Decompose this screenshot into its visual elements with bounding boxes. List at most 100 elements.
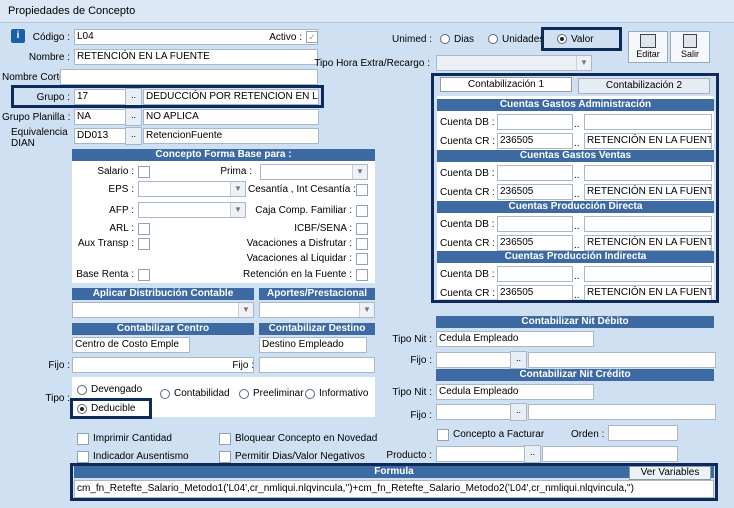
cuenta-cr-label: Cuenta CR : [440,187,496,198]
cuenta-db-lookup-button[interactable]: .. [574,271,580,282]
equivalencia-code-input[interactable]: DD013 [74,128,126,144]
equivalencia-lookup-button[interactable]: .. [125,127,142,145]
cuenta-cr-desc-input: RETENCIÓN EN LA FUENTE F [584,184,712,200]
tipo-devengado-label: Devengado [91,384,143,395]
section-header: Cuentas Gastos Administración [437,99,714,111]
unimed-label: Unimed : [391,34,432,45]
vac-liquidar-checkbox[interactable] [356,253,368,265]
equivalencia-label: Equivalencia [11,127,68,138]
cuenta-cr-code-input[interactable]: 236505 [497,235,573,251]
formula-input[interactable]: cm_fn_Retefte_Salario_Metodo1('L04',cr_n… [74,480,714,498]
vac-disfrutar-checkbox[interactable] [356,238,368,250]
cuenta-cr-code-input[interactable]: 236505 [497,184,573,200]
grupo-planilla-code-input[interactable]: NA [74,109,126,125]
grupo-code-input[interactable]: 17 [74,89,126,105]
afp-label: AFP : [109,205,134,216]
imprimir-cantidad-checkbox[interactable] [77,433,89,445]
unimed-dias-radio[interactable] [440,34,450,44]
nombre-input[interactable]: RETENCIÓN EN LA FUENTE [74,49,318,65]
ret-fuente-checkbox[interactable] [356,269,368,281]
indicador-ausentismo-checkbox[interactable] [77,451,89,463]
nit-credito-lookup-button[interactable]: .. [510,403,527,421]
contab-centro-select[interactable]: Centro de Costo Emple [72,337,190,353]
aplicar-dist-select[interactable]: ▼ [72,302,254,318]
cuenta-db-lookup-button[interactable]: .. [574,119,580,130]
producto-code-input[interactable] [436,446,526,462]
tipo-deducible-radio[interactable] [77,404,87,414]
salir-label: Salir [680,49,699,59]
unimed-valor-label: Valor [571,34,594,45]
nit-debito-lookup-button[interactable]: .. [510,351,527,369]
indicador-ausentismo-label: Indicador Ausentismo [93,451,189,462]
cesantia-checkbox[interactable] [356,184,368,196]
editar-button[interactable]: Editar [628,31,668,63]
aportes-select[interactable]: ▼ [259,302,375,318]
tab-contabilizacion-2[interactable]: Contabilización 2 [578,78,710,94]
cuenta-db-lookup-button[interactable]: .. [574,170,580,181]
icbf-label: ICBF/SENA : [294,223,352,234]
destino-fijo-input[interactable] [259,357,375,373]
vac-disfrutar-label: Vacaciones a Disfrutar : [246,238,352,249]
activo-checkbox[interactable]: ✓ [306,31,318,43]
nit-debito-tipo-select[interactable]: Cedula Empleado [436,331,594,347]
cuenta-cr-code-input[interactable]: 236505 [497,285,573,301]
cuenta-db-code-input[interactable] [497,114,573,130]
grupo-lookup-button[interactable]: .. [125,88,142,106]
nit-debito-tipo-label: Tipo Nit : [392,334,432,345]
aplicar-dist-header: Aplicar Distribución Contable [72,288,254,300]
aux-transp-checkbox[interactable] [138,238,150,250]
orden-input[interactable] [608,425,678,441]
permitir-negativos-checkbox[interactable] [219,451,231,463]
cuenta-cr-lookup-button[interactable]: .. [574,138,580,149]
producto-lookup-button[interactable]: .. [524,445,541,463]
unimed-unidades-radio[interactable] [488,34,498,44]
cuenta-db-lookup-button[interactable]: .. [574,221,580,232]
tipo-devengado-radio[interactable] [77,385,87,395]
salir-button[interactable]: Salir [670,31,710,63]
tipo-preeliminar-radio[interactable] [239,389,249,399]
salario-checkbox[interactable] [138,166,150,178]
tipo-informativo-radio[interactable] [305,389,315,399]
cuenta-cr-lookup-button[interactable]: .. [574,189,580,200]
tipo-contabilidad-radio[interactable] [160,389,170,399]
caja-checkbox[interactable] [356,205,368,217]
caja-label: Caja Comp. Familiar : [255,205,352,216]
activo-label: Activo : [269,32,302,43]
cuenta-cr-code-input[interactable]: 236505 [497,133,573,149]
nit-credito-tipo-select[interactable]: Cedula Empleado [436,384,594,400]
nombre-corto-input[interactable] [60,69,318,85]
nit-credito-tipo-label: Tipo Nit : [392,387,432,398]
base-renta-checkbox[interactable] [138,269,150,281]
tipo-hora-select[interactable]: ▼ [436,55,592,71]
cuenta-cr-label: Cuenta CR : [440,288,496,299]
equivalencia-desc-input: RetencionFuente [143,128,319,144]
section-header: Cuentas Producción Directa [437,201,714,213]
tipo-hora-label: Tipo Hora Extra/Recargo : [314,58,430,69]
afp-select[interactable]: ▼ [138,202,246,218]
cuenta-cr-lookup-button[interactable]: .. [574,240,580,251]
cuenta-db-code-input[interactable] [497,216,573,232]
tab-contabilizacion-1[interactable]: Contabilización 1 [440,77,572,92]
cuenta-cr-lookup-button[interactable]: .. [574,290,580,301]
tipo-informativo-label: Informativo [319,388,369,399]
contab-destino-select[interactable]: Destino Empleado [259,337,367,353]
bloquear-concepto-checkbox[interactable] [219,433,231,445]
icbf-checkbox[interactable] [356,223,368,235]
producto-desc-input [542,446,678,462]
aportes-header: Aportes/Prestacional [259,288,375,300]
eps-select[interactable]: ▼ [138,181,246,197]
cuenta-db-code-input[interactable] [497,266,573,282]
concepto-facturar-checkbox[interactable] [437,429,449,441]
arl-label: ARL : [109,223,134,234]
nit-credito-fijo-input[interactable] [436,404,512,420]
ver-variables-button[interactable]: Ver Variables [629,466,711,480]
nit-credito-header: Contabilizar Nit Crédito [436,369,714,381]
arl-checkbox[interactable] [138,223,150,235]
nit-debito-fijo-input[interactable] [436,352,512,368]
prima-select[interactable]: ▼ [260,164,368,180]
unimed-unidades-label: Unidades [502,34,545,45]
section-header: Cuentas Gastos Ventas [437,150,714,162]
grupo-planilla-lookup-button[interactable]: .. [125,108,142,126]
cuenta-db-code-input[interactable] [497,165,573,181]
unimed-valor-radio[interactable] [557,34,567,44]
